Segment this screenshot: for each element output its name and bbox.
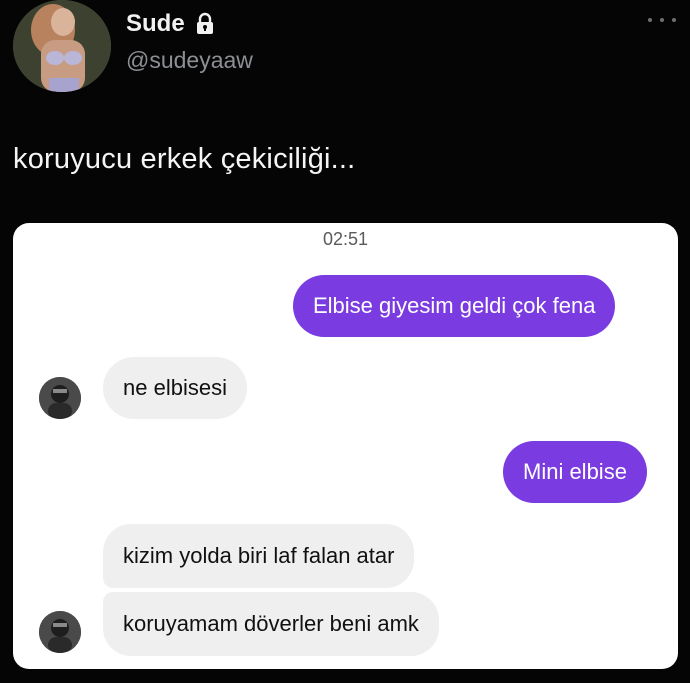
message-text: koruyamam döverler beni amk [123,611,419,636]
message-text: kizim yolda biri laf falan atar [123,543,395,568]
more-dot [672,18,676,22]
tweet-text: koruyucu erkek çekiciliği... [13,143,356,175]
message-bubble-incoming: ne elbisesi [103,357,247,419]
message-text: ne elbisesi [123,375,227,400]
contact-photo-icon [39,377,81,419]
contact-avatar [39,611,81,653]
more-dot [660,18,664,22]
chat-timestamp: 02:51 [322,229,369,249]
message-text: Elbise giyesim geldi çok fena [313,293,596,318]
message-text: Mini elbise [523,459,627,484]
lock-icon [193,12,217,36]
chat-screenshot-image[interactable]: 02:51 Elbise giyesim geldi çok fena ne e… [13,223,678,669]
message-bubble-incoming: koruyamam döverler beni amk [103,592,439,656]
more-horizontal-icon[interactable] [648,12,676,28]
contact-photo-icon [39,611,81,653]
message-bubble-outgoing: Elbise giyesim geldi çok fena [293,275,616,337]
author-name-text: Sude [126,10,185,37]
author-display-name[interactable]: Sude [126,10,217,38]
more-dot [648,18,652,22]
author-handle[interactable]: @sudeyaaw [126,47,253,74]
contact-avatar [39,377,81,419]
profile-avatar[interactable] [13,0,111,92]
message-bubble-outgoing: Mini elbise [503,441,647,503]
profile-photo-icon [13,0,111,92]
tweet-screenshot: Sude @sudeyaaw koruyucu erkek çekiciliği… [0,0,690,683]
message-bubble-incoming: kizim yolda biri laf falan atar [103,524,415,588]
